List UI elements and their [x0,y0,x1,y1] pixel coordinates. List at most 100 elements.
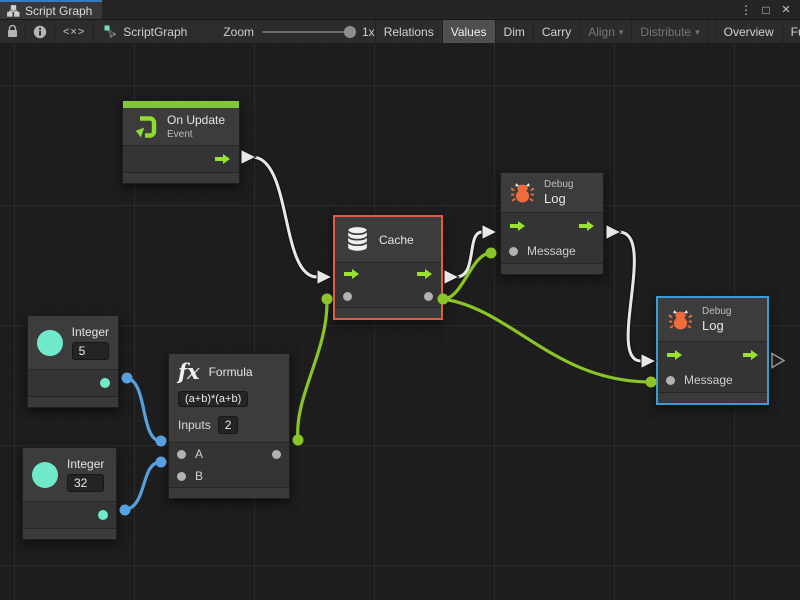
node-footer [169,487,289,498]
unity-visual-scripting-window: Script Graph ⋮ □ × <×> [0,0,800,600]
port-a-label: A [195,447,203,461]
integer-value-field[interactable]: 5 [72,342,109,360]
close-icon[interactable]: × [778,2,794,18]
message-label: Message [684,373,733,387]
inputs-label: Inputs [178,418,211,432]
window-menu-icon[interactable]: ⋮ [738,2,754,18]
value-input-port[interactable] [343,292,352,301]
toolbar-middle: ScriptGraph Zoom 1x [94,20,375,43]
code-icon: <×> [63,26,85,38]
node-subtitle: Event [167,129,225,140]
carry-button[interactable]: Carry [534,20,580,43]
input-port-b[interactable] [177,472,186,481]
graph-toolbar: <×> ScriptGraph Zoom 1x Relations [0,20,800,44]
wire-value-cache-to-debug1-message[interactable] [443,253,491,299]
overview-button[interactable]: Overview [715,20,783,43]
tab-script-graph[interactable]: Script Graph [0,0,102,19]
wire-flow-debug1-to-debug2[interactable] [619,232,641,361]
zoom-slider-knob[interactable] [344,26,356,38]
node-integer-2[interactable]: Integer 32 [22,447,117,540]
node-footer [23,528,116,539]
node-footer [335,307,441,318]
flow-output-port[interactable] [416,268,433,280]
relations-button[interactable]: Relations [376,20,443,43]
fullscreen-button[interactable]: Full Screen [783,20,800,43]
flow-input-port[interactable] [343,268,360,280]
message-label: Message [527,244,576,258]
unconnected-flow-arrow[interactable] [772,354,784,368]
maximize-icon[interactable]: □ [758,2,774,18]
loop-event-icon [132,114,158,140]
hierarchy-icon [7,5,20,17]
zoom-control: Zoom 1x [223,25,374,39]
flow-input-port[interactable] [509,220,526,232]
message-input-port[interactable] [509,247,518,256]
formula-fx-icon: fx [178,361,200,382]
node-category: Debug [702,306,731,317]
align-dropdown[interactable]: Align ▾ [580,20,632,43]
inputs-count-field[interactable]: 2 [218,416,239,434]
value-output-port[interactable] [98,510,108,520]
flow-input-port[interactable] [666,349,683,361]
flow-output-port[interactable] [214,153,231,165]
value-output-port[interactable] [272,450,281,459]
distribute-dropdown[interactable]: Distribute ▾ [632,20,708,43]
flow-output-port[interactable] [578,220,595,232]
node-title: Integer [67,457,104,471]
node-footer [28,396,118,407]
node-footer [658,392,767,403]
node-integer-1[interactable]: Integer 5 [27,315,119,408]
port-b-label: B [195,469,203,483]
node-cache[interactable]: Cache [333,215,443,320]
title-bar: Script Graph ⋮ □ × [0,0,800,20]
node-title: On Update [167,113,225,127]
message-input-port[interactable] [666,376,675,385]
integer-type-icon [37,330,63,356]
flow-arrowhead [482,225,497,240]
graph-canvas[interactable]: On Update Event Integer 5 [0,43,800,600]
event-accent-strip [123,101,239,108]
flow-arrowhead [641,354,656,369]
node-footer [501,263,603,274]
wire-flow-onupdate-to-cache[interactable] [252,157,317,277]
value-output-port[interactable] [424,292,433,301]
window-controls: ⋮ □ × [738,0,800,19]
value-output-port[interactable] [100,378,110,388]
node-debug-log-2[interactable]: Debug Log Message [656,296,769,405]
info-icon [33,25,47,39]
script-graph-icon [104,25,117,38]
flow-arrowhead [317,270,332,285]
bug-icon [510,180,535,205]
lock-button[interactable] [0,20,26,43]
wire-value-cache-to-debug2-message[interactable] [443,299,651,382]
wire-value-integer2-to-formula-b[interactable] [125,462,161,510]
bug-icon [668,307,693,332]
node-title: Log [702,318,731,333]
node-formula[interactable]: fx Formula (a+b)*(a+b) Inputs 2 A B [168,353,290,499]
chevron-down-icon: ▾ [695,27,700,38]
values-button[interactable]: Values [443,20,496,43]
formula-expression-field[interactable]: (a+b)*(a+b) [178,391,248,407]
info-button[interactable] [26,20,55,43]
tab-label: Script Graph [25,4,92,18]
zoom-slider[interactable] [262,31,354,33]
database-icon [345,226,370,253]
integer-value-field[interactable]: 32 [67,474,104,492]
node-debug-log-1[interactable]: Debug Log Message [500,172,604,275]
zoom-label: Zoom [223,25,254,39]
wire-value-formula-to-cache[interactable] [298,300,327,440]
node-category: Debug [544,179,573,190]
graph-breadcrumb[interactable]: ScriptGraph [94,25,197,39]
dim-button[interactable]: Dim [496,20,534,43]
node-on-update[interactable]: On Update Event [122,100,240,184]
node-footer [123,172,239,183]
node-title: Formula [209,365,253,379]
chevron-down-icon: ▾ [619,27,624,38]
input-port-a[interactable] [177,450,186,459]
node-title: Cache [379,233,414,247]
integer-type-icon [32,462,58,488]
flow-output-port[interactable] [742,349,759,361]
inspect-button[interactable]: <×> [55,20,94,43]
wire-value-integer1-to-formula-a[interactable] [127,378,161,441]
node-title: Integer [72,325,109,339]
